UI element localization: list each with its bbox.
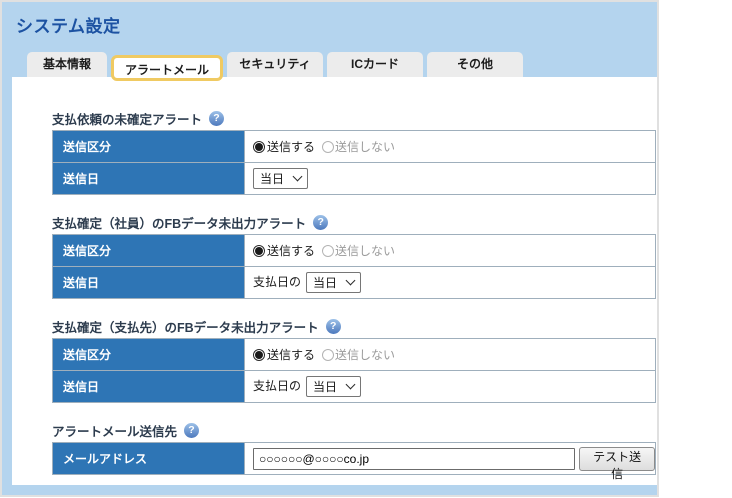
section-fb-payee-alert: 支払確定（支払先）のFBデータ未出力アラート ? 送信区分 送信する 送信しない … — [52, 318, 657, 403]
section-fb-employee-alert: 支払確定（社員）のFBデータ未出力アラート ? 送信区分 送信する 送信しない 送… — [52, 214, 657, 299]
section-heading-row: アラートメール送信先 ? — [52, 422, 657, 439]
table-row-send-type: 送信区分 送信する 送信しない — [52, 234, 656, 267]
row-label-email: メールアドレス — [52, 442, 245, 475]
table-row-send-day: 送信日 支払日の 当日 — [52, 370, 656, 403]
tab-ic-card[interactable]: ICカード — [327, 52, 423, 77]
section-heading: 支払確定（支払先）のFBデータ未出力アラート — [52, 321, 319, 335]
send-day-cell: 当日 — [244, 162, 656, 195]
radio-send-on-label: 送信する — [267, 244, 316, 258]
radio-send-on[interactable] — [253, 245, 265, 257]
settings-table: 送信区分 送信する 送信しない 送信日 支払日の 当日 — [52, 338, 656, 403]
chevron-down-icon — [292, 171, 303, 182]
help-icon[interactable]: ? — [184, 423, 200, 438]
radio-send-off-label: 送信しない — [335, 244, 396, 258]
section-heading-row: 支払依頼の未確定アラート ? — [52, 110, 657, 127]
send-day-prefix: 支払日の — [253, 378, 302, 393]
radio-send-off[interactable] — [322, 245, 335, 257]
select-value: 当日 — [313, 380, 338, 394]
tab-bar: 基本情報 アラートメール セキュリティ ICカード その他 — [27, 52, 523, 81]
settings-table: メールアドレス テスト送信 — [52, 442, 656, 481]
settings-table: 送信区分 送信する 送信しない 送信日 当日 — [52, 130, 656, 195]
test-send-button[interactable]: テスト送信 — [579, 446, 655, 481]
send-type-cell: 送信する 送信しない — [244, 234, 656, 267]
section-unconfirmed-payment-alert: 支払依頼の未確定アラート ? 送信区分 送信する 送信しない 送信日 当日 — [52, 110, 657, 195]
radio-send-on[interactable] — [253, 141, 265, 153]
row-label-send-day: 送信日 — [52, 266, 245, 299]
table-row-send-day: 送信日 当日 — [52, 162, 656, 195]
email-cell: テスト送信 — [244, 442, 656, 481]
send-day-select[interactable]: 当日 — [306, 376, 362, 397]
send-type-cell: 送信する 送信しない — [244, 130, 656, 163]
help-icon[interactable]: ? — [313, 215, 329, 230]
section-alert-mail-destination: アラートメール送信先 ? メールアドレス テスト送信 — [52, 422, 657, 481]
send-type-cell: 送信する 送信しない — [244, 338, 656, 371]
tab-security[interactable]: セキュリティ — [227, 52, 323, 77]
table-row-email: メールアドレス テスト送信 — [52, 442, 656, 481]
send-day-select[interactable]: 当日 — [253, 168, 309, 189]
radio-send-off[interactable] — [322, 349, 335, 361]
radio-send-off[interactable] — [322, 141, 335, 153]
radio-send-on-label: 送信する — [267, 140, 316, 154]
radio-send-on-label: 送信する — [267, 348, 316, 362]
send-day-cell: 支払日の 当日 — [244, 370, 656, 403]
send-day-cell: 支払日の 当日 — [244, 266, 656, 299]
send-day-select[interactable]: 当日 — [306, 272, 362, 293]
system-settings-window: システム設定 基本情報 アラートメール セキュリティ ICカード その他 支払依… — [0, 0, 659, 497]
help-icon[interactable]: ? — [209, 111, 225, 126]
page-title: システム設定 — [16, 17, 121, 36]
tab-others[interactable]: その他 — [427, 52, 523, 77]
radio-send-off-label: 送信しない — [335, 348, 396, 362]
page-header: システム設定 基本情報 アラートメール セキュリティ ICカード その他 — [2, 2, 657, 81]
table-row-send-type: 送信区分 送信する 送信しない — [52, 338, 656, 371]
section-heading: 支払確定（社員）のFBデータ未出力アラート — [52, 217, 307, 231]
email-address-input[interactable] — [253, 447, 576, 470]
section-heading-row: 支払確定（社員）のFBデータ未出力アラート ? — [52, 214, 657, 231]
chevron-down-icon — [345, 275, 356, 286]
row-label-send-type: 送信区分 — [52, 130, 245, 163]
tab-content-panel: 支払依頼の未確定アラート ? 送信区分 送信する 送信しない 送信日 当日 支払… — [12, 77, 657, 485]
help-icon[interactable]: ? — [325, 319, 341, 334]
section-heading: 支払依頼の未確定アラート — [52, 113, 203, 127]
row-label-send-type: 送信区分 — [52, 338, 245, 371]
table-row-send-type: 送信区分 送信する 送信しない — [52, 130, 656, 163]
select-value: 当日 — [313, 276, 338, 290]
section-heading-row: 支払確定（支払先）のFBデータ未出力アラート ? — [52, 318, 657, 335]
row-label-send-day: 送信日 — [52, 370, 245, 403]
send-day-prefix: 支払日の — [253, 274, 302, 289]
select-value: 当日 — [260, 172, 285, 186]
radio-send-off-label: 送信しない — [335, 140, 396, 154]
row-label-send-type: 送信区分 — [52, 234, 245, 267]
settings-table: 送信区分 送信する 送信しない 送信日 支払日の 当日 — [52, 234, 656, 299]
table-row-send-day: 送信日 支払日の 当日 — [52, 266, 656, 299]
row-label-send-day: 送信日 — [52, 162, 245, 195]
chevron-down-icon — [345, 379, 356, 390]
tab-basic-info[interactable]: 基本情報 — [27, 52, 107, 77]
radio-send-on[interactable] — [253, 349, 265, 361]
section-heading: アラートメール送信先 — [52, 425, 178, 439]
tab-alert-mail[interactable]: アラートメール — [111, 55, 223, 81]
